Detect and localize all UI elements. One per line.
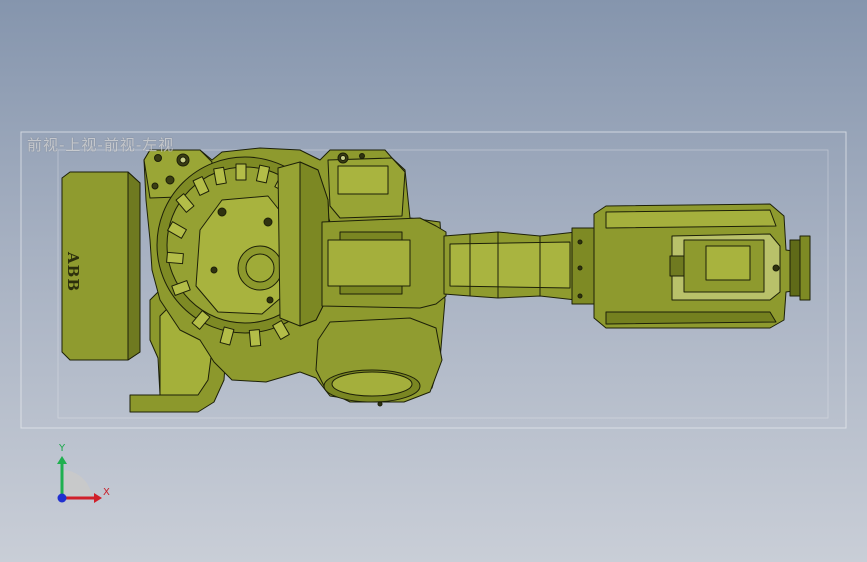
robot-geometry — [61, 147, 811, 413]
cad-graphics-viewport[interactable]: 前视-上视-前视-左视 ABB Y X — [0, 0, 867, 562]
view-orientation-label: 前视-上视-前视-左视 — [27, 136, 175, 154]
brand-logo-text: ABB — [64, 252, 82, 292]
axis-x-label: X — [103, 487, 110, 498]
axis-y-label: Y — [59, 443, 66, 454]
robot-arm-model[interactable] — [0, 0, 867, 562]
coordinate-triad-icon — [57, 456, 102, 503]
